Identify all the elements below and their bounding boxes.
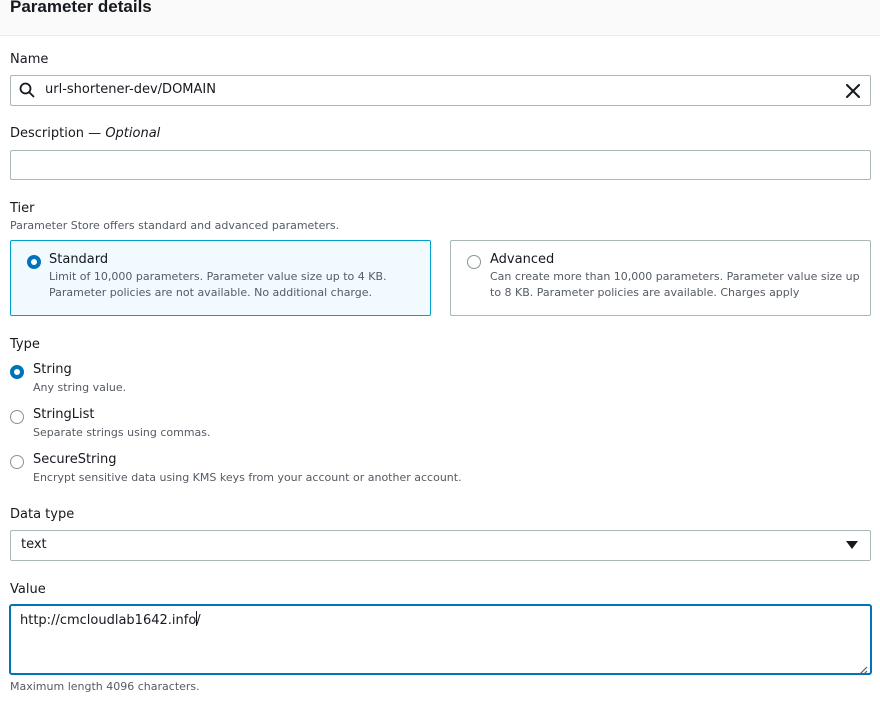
tier-option-desc: Can create more than 10,000 parameters. … [490,270,860,283]
description-label-text: Description [10,126,85,141]
value-hint: Maximum length 4096 characters. [10,680,200,693]
tier-option-desc: Limit of 10,000 parameters. Parameter va… [49,270,387,283]
name-value: url-shortener-dev/DOMAIN [45,82,216,97]
tier-option-title: Advanced [490,252,555,267]
optional-tag: Optional [105,126,161,141]
caret-down-icon [846,541,858,549]
type-option-title: SecureString [33,452,117,467]
radio-unselected-icon[interactable] [10,410,24,424]
tier-option-title: Standard [49,252,109,267]
datatype-label: Data type [10,507,75,522]
radio-selected-icon[interactable] [10,365,24,379]
description-input[interactable] [10,150,871,180]
datatype-value: text [21,537,47,552]
tier-option-standard[interactable]: Standard Limit of 10,000 parameters. Par… [10,240,431,316]
radio-selected-icon[interactable] [27,255,41,269]
datatype-select[interactable]: text [10,530,871,561]
value-text-after-cursor: / [196,613,201,628]
clear-icon[interactable] [846,83,860,98]
search-icon [19,82,35,98]
type-option-desc: Separate strings using commas. [33,426,211,439]
tier-option-desc: to 8 KB. Parameter policies are availabl… [490,286,800,299]
type-option-securestring[interactable]: SecureString Encrypt sensitive data usin… [0,450,600,488]
radio-unselected-icon[interactable] [467,255,481,269]
section-title: Parameter details [10,0,152,16]
type-option-string[interactable]: String Any string value. [0,360,500,398]
name-search-input[interactable]: url-shortener-dev/DOMAIN [10,75,871,106]
type-label: Type [10,337,40,352]
tier-option-advanced[interactable]: Advanced Can create more than 10,000 par… [450,240,871,316]
tier-label: Tier [10,201,35,216]
type-option-desc: Any string value. [33,381,127,394]
value-label: Value [10,582,46,597]
type-option-title: String [33,362,72,377]
type-option-desc: Encrypt sensitive data using KMS keys fr… [33,471,462,484]
value-text: http://cmcloudlab1642.info/ [20,611,201,628]
resize-handle-icon[interactable] [858,661,868,676]
type-option-title: StringList [33,407,95,422]
value-text-before-cursor: http://cmcloudlab1642.info [20,613,197,628]
name-label: Name [10,52,49,67]
description-label: Description — Optional [10,126,161,141]
value-textarea[interactable]: http://cmcloudlab1642.info/ [10,605,871,676]
section-header: Parameter details [0,0,880,36]
type-option-stringlist[interactable]: StringList Separate strings using commas… [0,405,500,443]
radio-unselected-icon[interactable] [10,455,24,469]
tier-option-desc: Parameter policies are not available. No… [49,286,373,299]
tier-subtitle: Parameter Store offers standard and adva… [10,219,340,232]
